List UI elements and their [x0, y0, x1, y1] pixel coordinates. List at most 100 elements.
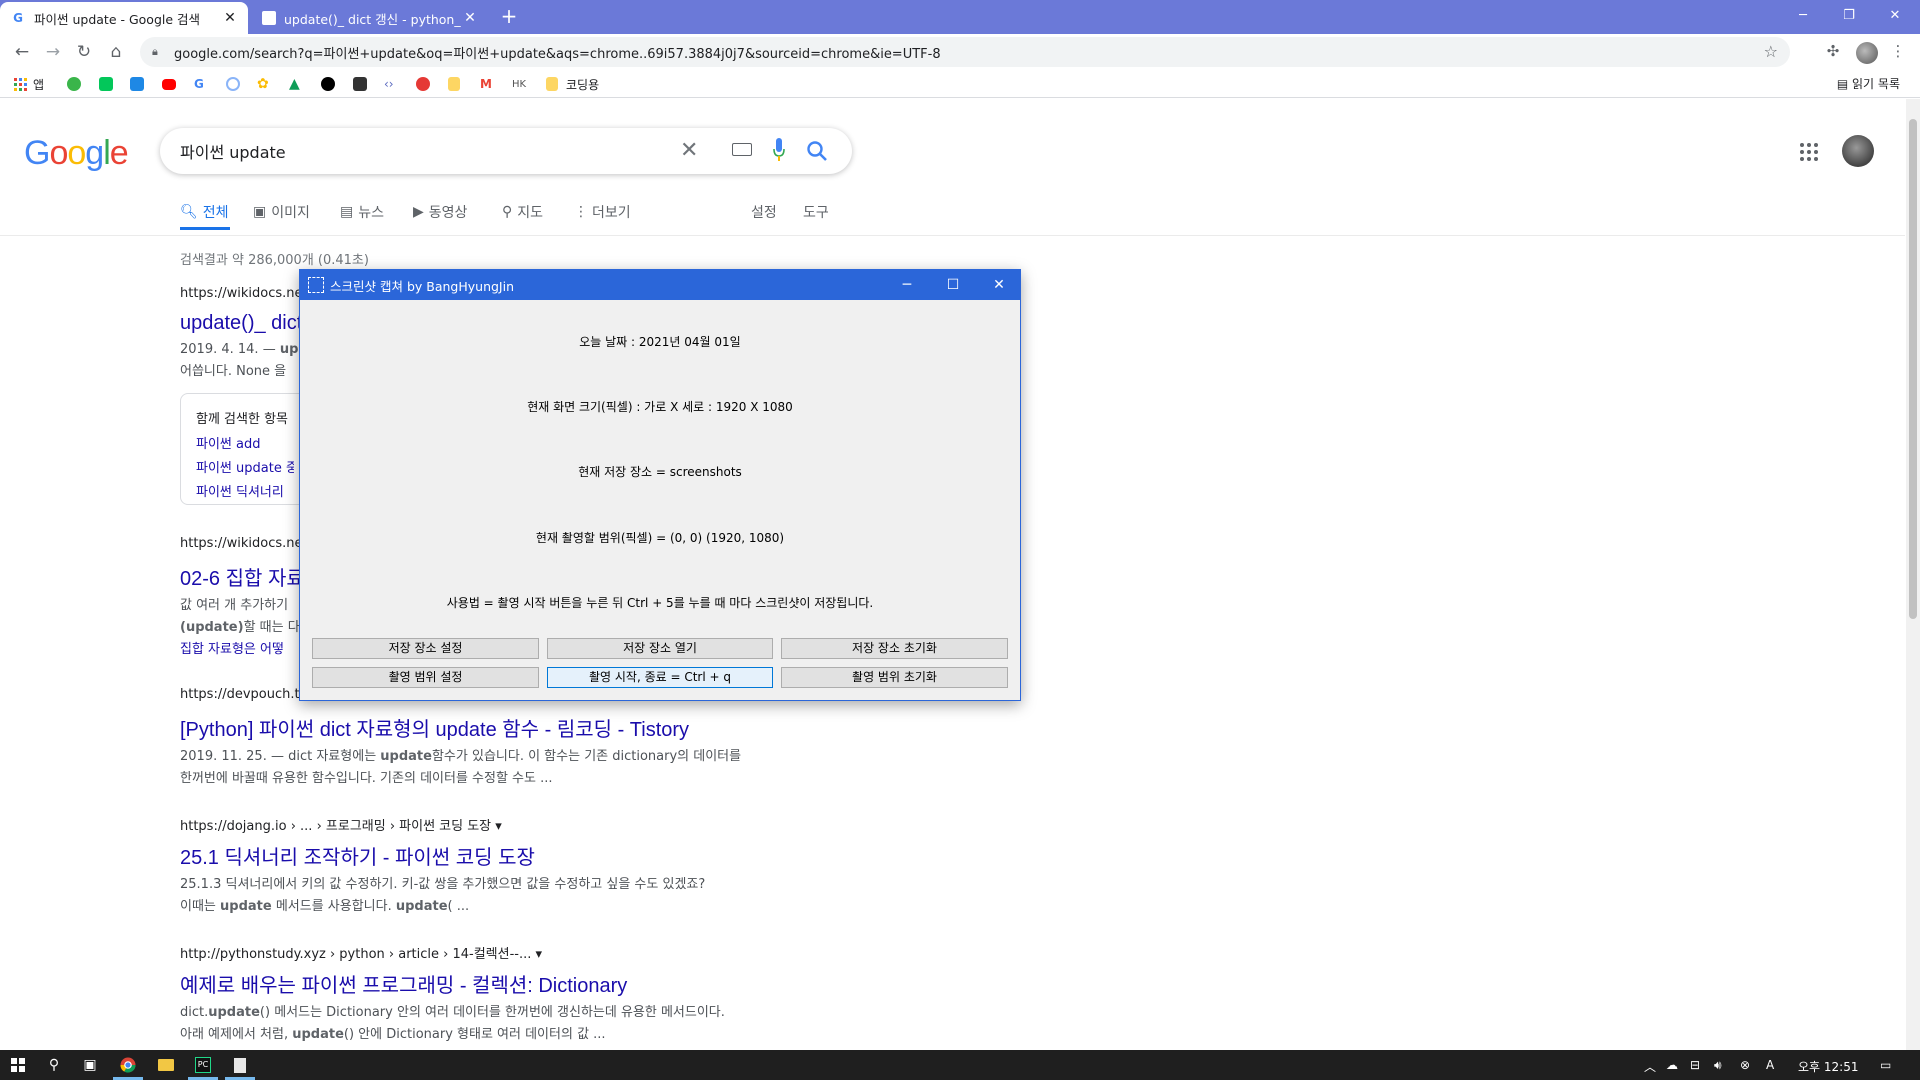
status-icon[interactable]: ⊗	[1740, 1058, 1750, 1072]
search-icon[interactable]	[805, 139, 829, 163]
chrome-icon[interactable]	[116, 1054, 140, 1076]
search-input[interactable]: 파이썬 update ✕	[160, 128, 852, 174]
google-logo[interactable]: Google	[24, 134, 129, 173]
notification-icon[interactable]: ▭	[1880, 1058, 1891, 1072]
tab-maps[interactable]: ⚲ 지도	[502, 202, 543, 222]
reset-capture-range-button[interactable]: 촬영 범위 초기화	[781, 667, 1008, 688]
youtube-icon	[162, 78, 176, 90]
related-link[interactable]: 파이썬 add	[196, 433, 294, 457]
account-avatar[interactable]	[1842, 135, 1874, 167]
related-link[interactable]: 파이썬 딕셔너리	[196, 481, 294, 505]
clock[interactable]: 오후 12:51	[1798, 1058, 1858, 1075]
search-icon[interactable]: ⚲	[42, 1054, 66, 1076]
file-explorer-icon[interactable]	[154, 1054, 178, 1076]
minimize-icon[interactable]: ─	[884, 270, 930, 300]
close-window-icon[interactable]: ✕	[1872, 0, 1918, 30]
reading-list-button[interactable]: ▤ 읽기 목록	[1837, 75, 1900, 92]
address-bar[interactable]: 🔒︎ google.com/search?q=파이썬+update&oq=파이썬…	[140, 37, 1790, 67]
result-url[interactable]: http://pythonstudy.xyz › python › articl…	[180, 943, 820, 962]
related-heading: 함께 검색한 항목	[196, 412, 288, 427]
close-icon[interactable]: ✕	[976, 270, 1022, 300]
tab-videos[interactable]: ▶ 동영상	[413, 202, 467, 222]
back-button[interactable]: ←	[10, 40, 34, 64]
tab-all[interactable]: 🔍︎ 전체	[180, 202, 229, 222]
bookmark-item[interactable]: ▲	[289, 76, 300, 92]
result-url[interactable]: https://dojang.io › ... › 프로그래밍 › 파이썬 코딩…	[180, 815, 820, 834]
microphone-icon[interactable]	[773, 137, 785, 163]
pycharm-icon[interactable]: PC	[191, 1054, 215, 1076]
extensions-puzzle-icon[interactable]: ✣	[1823, 42, 1843, 62]
bookmark-item[interactable]: M	[480, 76, 492, 92]
bookmark-folder-coding[interactable]: 코딩용	[546, 76, 599, 92]
lock-icon: 🔒︎	[152, 45, 158, 58]
forward-button[interactable]: →	[41, 40, 65, 64]
notepad-icon[interactable]	[228, 1054, 252, 1076]
task-view-icon[interactable]: ▣	[78, 1054, 102, 1076]
apps-icon	[14, 77, 27, 91]
scrollbar-thumb[interactable]	[1909, 119, 1917, 619]
restore-window-icon[interactable]: ❐	[1826, 0, 1872, 30]
result-title[interactable]: 25.1 딕셔너리 조작하기 - 파이썬 코딩 도장	[180, 841, 820, 870]
start-stop-capture-button[interactable]: 촬영 시작, 종료 = Ctrl + q	[547, 667, 773, 688]
close-tab-icon[interactable]: ✕	[462, 10, 478, 26]
page-scrollbar[interactable]	[1906, 99, 1920, 1050]
photos-icon: ✿	[257, 76, 269, 92]
tab-images[interactable]: ▣ 이미지	[253, 202, 310, 222]
result-title[interactable]: [Python] 파이썬 dict 자료형의 update 함수 - 림코딩 -…	[180, 713, 820, 742]
bookmark-item[interactable]	[162, 76, 176, 92]
bookmark-item[interactable]	[448, 76, 460, 92]
maximize-icon[interactable]: ☐	[930, 270, 976, 300]
home-button[interactable]: ⌂	[104, 40, 128, 64]
tab-news[interactable]: ▤ 뉴스	[340, 202, 384, 222]
clear-search-icon[interactable]: ✕	[680, 138, 698, 163]
minimize-window-icon[interactable]: ─	[1780, 0, 1826, 30]
search-result: https://dojang.io › ... › 프로그래밍 › 파이썬 코딩…	[180, 815, 820, 918]
menu-more-icon[interactable]: ⋮	[1888, 42, 1908, 62]
bookmark-item[interactable]	[226, 76, 240, 92]
reload-button[interactable]: ↻	[72, 40, 96, 64]
bookmark-apps[interactable]: 앱	[14, 76, 44, 92]
windows-start-icon[interactable]	[6, 1054, 30, 1076]
reset-save-location-button[interactable]: 저장 장소 초기화	[781, 638, 1008, 659]
bookmark-item[interactable]: HK	[512, 76, 526, 92]
snippet-link[interactable]: 집합 자료형은 어떻	[180, 642, 284, 657]
bookmark-item[interactable]	[321, 76, 335, 92]
address-text: google.com/search?q=파이썬+update&oq=파이썬+up…	[174, 46, 941, 62]
tab-wikidocs[interactable]: update()_ dict 갱신 - python_ C ✕	[252, 2, 488, 34]
app-titlebar[interactable]: 스크린샷 캡쳐 by BangHyungJin ─ ☐ ✕	[300, 270, 1020, 300]
network-icon[interactable]: ⊟	[1690, 1058, 1700, 1072]
profile-avatar[interactable]	[1856, 42, 1878, 64]
selected-tab-indicator	[180, 227, 230, 230]
more-vert-icon: ⋮	[574, 204, 588, 220]
set-capture-range-button[interactable]: 촬영 범위 설정	[312, 667, 539, 688]
set-save-location-button[interactable]: 저장 장소 설정	[312, 638, 539, 659]
bookmark-item[interactable]	[67, 76, 81, 92]
bookmark-star-icon[interactable]: ☆	[1764, 42, 1778, 61]
bookmark-item[interactable]	[130, 76, 144, 92]
google-apps-icon[interactable]	[1800, 143, 1818, 161]
onedrive-cloud-icon[interactable]: ☁	[1666, 1058, 1678, 1072]
volume-icon[interactable]: 🔊︎	[1714, 1058, 1722, 1073]
keyboard-icon[interactable]	[732, 143, 752, 156]
bookmark-item[interactable]: G	[194, 76, 204, 92]
google-favicon-icon: G	[13, 11, 23, 25]
new-tab-button[interactable]: +	[498, 6, 520, 28]
result-title[interactable]: 예제로 배우는 파이썬 프로그래밍 - 컬렉션: Dictionary	[180, 969, 820, 998]
bookmark-item[interactable]	[99, 76, 113, 92]
close-tab-icon[interactable]: ✕	[222, 10, 238, 26]
tab-google-search[interactable]: G 파이썬 update - Google 검색 ✕	[0, 2, 248, 34]
open-save-location-button[interactable]: 저장 장소 열기	[547, 638, 773, 659]
bookmark-item[interactable]	[353, 76, 367, 92]
tab-more[interactable]: ⋮ 더보기	[574, 202, 631, 222]
bookmark-item[interactable]	[416, 76, 430, 92]
tools-link[interactable]: 도구	[803, 202, 829, 222]
video-icon: ▶	[413, 204, 424, 220]
snippet-line: dict.	[180, 1005, 209, 1020]
ime-indicator[interactable]: A	[1766, 1058, 1774, 1072]
related-link[interactable]: 파이썬 update 중	[196, 457, 294, 481]
bookmark-item[interactable]: ‹›	[384, 76, 394, 92]
bookmark-item[interactable]: ✿	[257, 76, 269, 92]
settings-link[interactable]: 설정	[751, 202, 777, 222]
tab-label: 동영상	[428, 205, 468, 221]
tray-chevron-icon[interactable]: ︿	[1644, 1058, 1656, 1075]
